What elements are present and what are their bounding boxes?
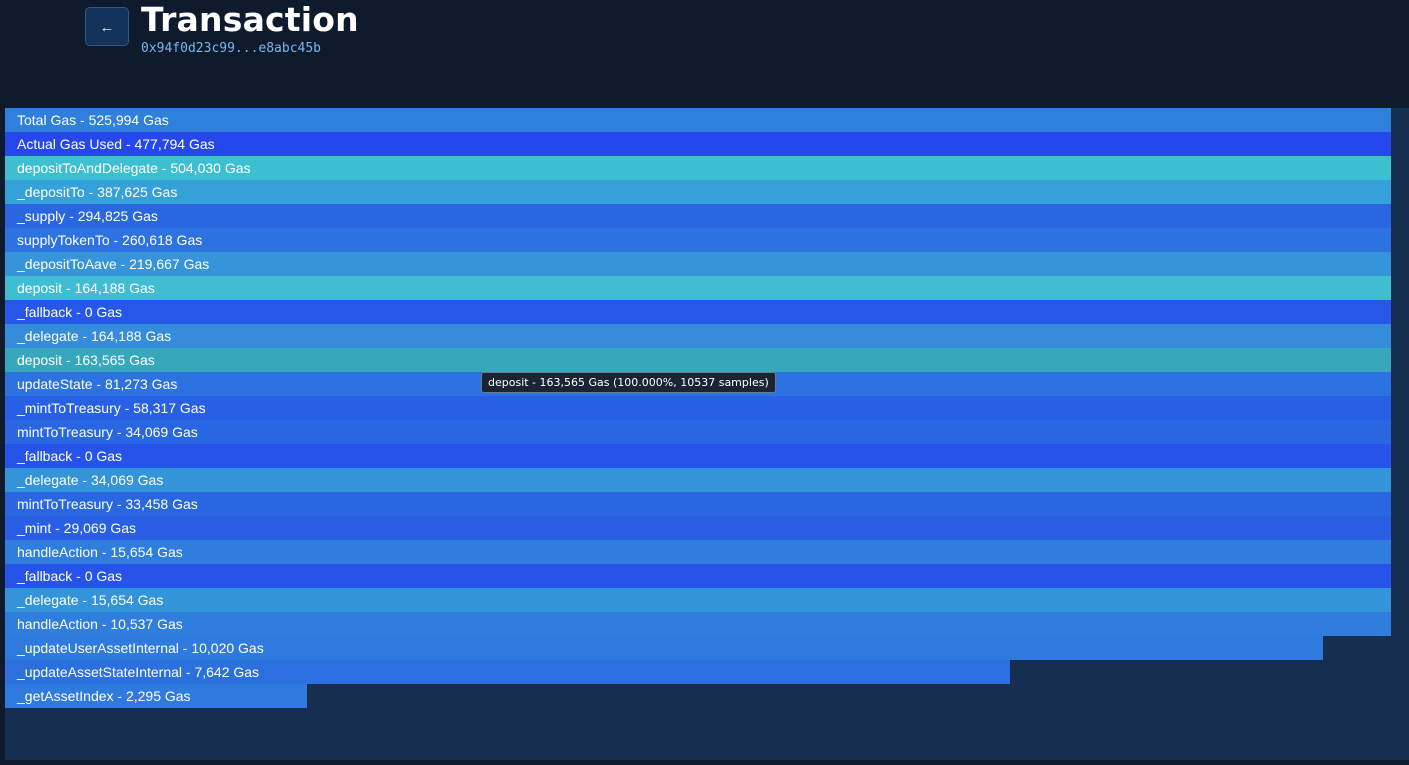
flamegraph-row[interactable]: _updateUserAssetInternal - 10,020 Gas: [5, 636, 1323, 660]
flamegraph-row[interactable]: Actual Gas Used - 477,794 Gas: [5, 132, 1391, 156]
flamegraph-tooltip: deposit - 163,565 Gas (100.000%, 10537 s…: [481, 372, 776, 393]
flamegraph-row[interactable]: _getAssetIndex - 2,295 Gas: [5, 684, 307, 708]
flamegraph-row[interactable]: _supply - 294,825 Gas: [5, 204, 1391, 228]
flamegraph-row[interactable]: deposit - 163,565 Gas: [5, 348, 1391, 372]
flamegraph-row[interactable]: _delegate - 164,188 Gas: [5, 324, 1391, 348]
flamegraph-row[interactable]: depositToAndDelegate - 504,030 Gas: [5, 156, 1391, 180]
bottom-gutter: [0, 760, 1409, 765]
back-button[interactable]: ←: [85, 7, 129, 46]
page-title: Transaction: [141, 0, 359, 39]
flamegraph-row[interactable]: _updateAssetStateInternal - 7,642 Gas: [5, 660, 1010, 684]
flamegraph-row[interactable]: _depositToAave - 219,667 Gas: [5, 252, 1391, 276]
flamegraph-row[interactable]: _delegate - 15,654 Gas: [5, 588, 1391, 612]
flamegraph-row[interactable]: supplyTokenTo - 260,618 Gas: [5, 228, 1391, 252]
flamegraph-row[interactable]: _fallback - 0 Gas: [5, 444, 1391, 468]
flamegraph-row[interactable]: _fallback - 0 Gas: [5, 300, 1391, 324]
flamegraph-row[interactable]: Total Gas - 525,994 Gas: [5, 108, 1391, 132]
flamegraph-row[interactable]: deposit - 164,188 Gas: [5, 276, 1391, 300]
flamegraph-row[interactable]: handleAction - 15,654 Gas: [5, 540, 1391, 564]
flamegraph-row[interactable]: handleAction - 10,537 Gas: [5, 612, 1391, 636]
page-header: ← Transaction 0x94f0d23c99...e8abc45b: [0, 0, 1409, 108]
flamegraph-row[interactable]: _mintToTreasury - 58,317 Gas: [5, 396, 1391, 420]
flamegraph-row[interactable]: _fallback - 0 Gas: [5, 564, 1391, 588]
arrow-left-icon: ←: [99, 19, 115, 36]
flamegraph-row[interactable]: _depositTo - 387,625 Gas: [5, 180, 1391, 204]
flamegraph-row[interactable]: _mint - 29,069 Gas: [5, 516, 1391, 540]
transaction-hash[interactable]: 0x94f0d23c99...e8abc45b: [141, 41, 321, 56]
flamegraph-row[interactable]: mintToTreasury - 34,069 Gas: [5, 420, 1391, 444]
flamegraph-row[interactable]: mintToTreasury - 33,458 Gas: [5, 492, 1391, 516]
flamegraph-row[interactable]: _delegate - 34,069 Gas: [5, 468, 1391, 492]
